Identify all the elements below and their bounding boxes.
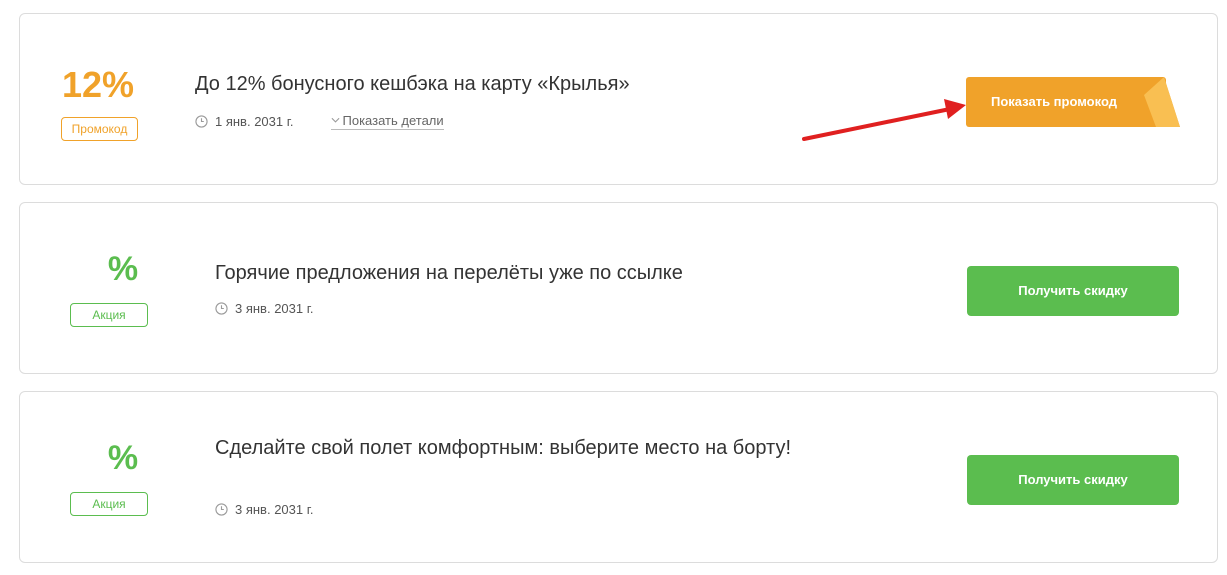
- clock-icon: [215, 302, 228, 315]
- clock-icon: [195, 115, 208, 128]
- offer-type-badge: Акция: [70, 303, 148, 327]
- show-details-label: Показать детали: [342, 113, 444, 128]
- offer-type-badge: Акция: [70, 492, 148, 516]
- offer-type-badge: Промокод: [61, 117, 138, 141]
- offer-card-promo: 12% Промокод До 12% бонусного кешбэка на…: [19, 13, 1218, 185]
- clock-icon: [215, 503, 228, 516]
- offer-value: %: [107, 250, 139, 288]
- offer-meta: 3 янв. 2031 г.: [215, 301, 314, 316]
- offer-meta: 3 янв. 2031 г.: [215, 502, 314, 517]
- offer-card-action: % Акция Сделайте свой полет комфортным: …: [19, 391, 1218, 563]
- red-arrow-annotation: [802, 99, 966, 141]
- offer-value: %: [107, 439, 139, 477]
- get-discount-button[interactable]: Получить скидку: [967, 266, 1179, 316]
- offer-date: 3 янв. 2031 г.: [235, 301, 314, 316]
- offer-date: 3 янв. 2031 г.: [235, 502, 314, 517]
- show-details-link[interactable]: Показать детали: [330, 113, 444, 130]
- get-discount-button[interactable]: Получить скидку: [967, 455, 1179, 505]
- offer-meta: 1 янв. 2031 г. Показать детали: [195, 113, 444, 130]
- offer-title: Сделайте свой полет комфортным: выберите…: [215, 437, 791, 459]
- offer-date: 1 янв. 2031 г.: [215, 114, 294, 129]
- offer-value: 12%: [61, 64, 135, 105]
- chevron-down-icon: [331, 117, 339, 123]
- show-promo-code-button[interactable]: Показать промокод: [966, 77, 1180, 127]
- offer-card-action: % Акция Горячие предложения на перелёты …: [19, 202, 1218, 374]
- offer-title: До 12% бонусного кешбэка на карту «Крыль…: [195, 73, 630, 95]
- show-promo-code-label: Показать промокод: [991, 94, 1117, 109]
- offer-title: Горячие предложения на перелёты уже по с…: [215, 262, 683, 284]
